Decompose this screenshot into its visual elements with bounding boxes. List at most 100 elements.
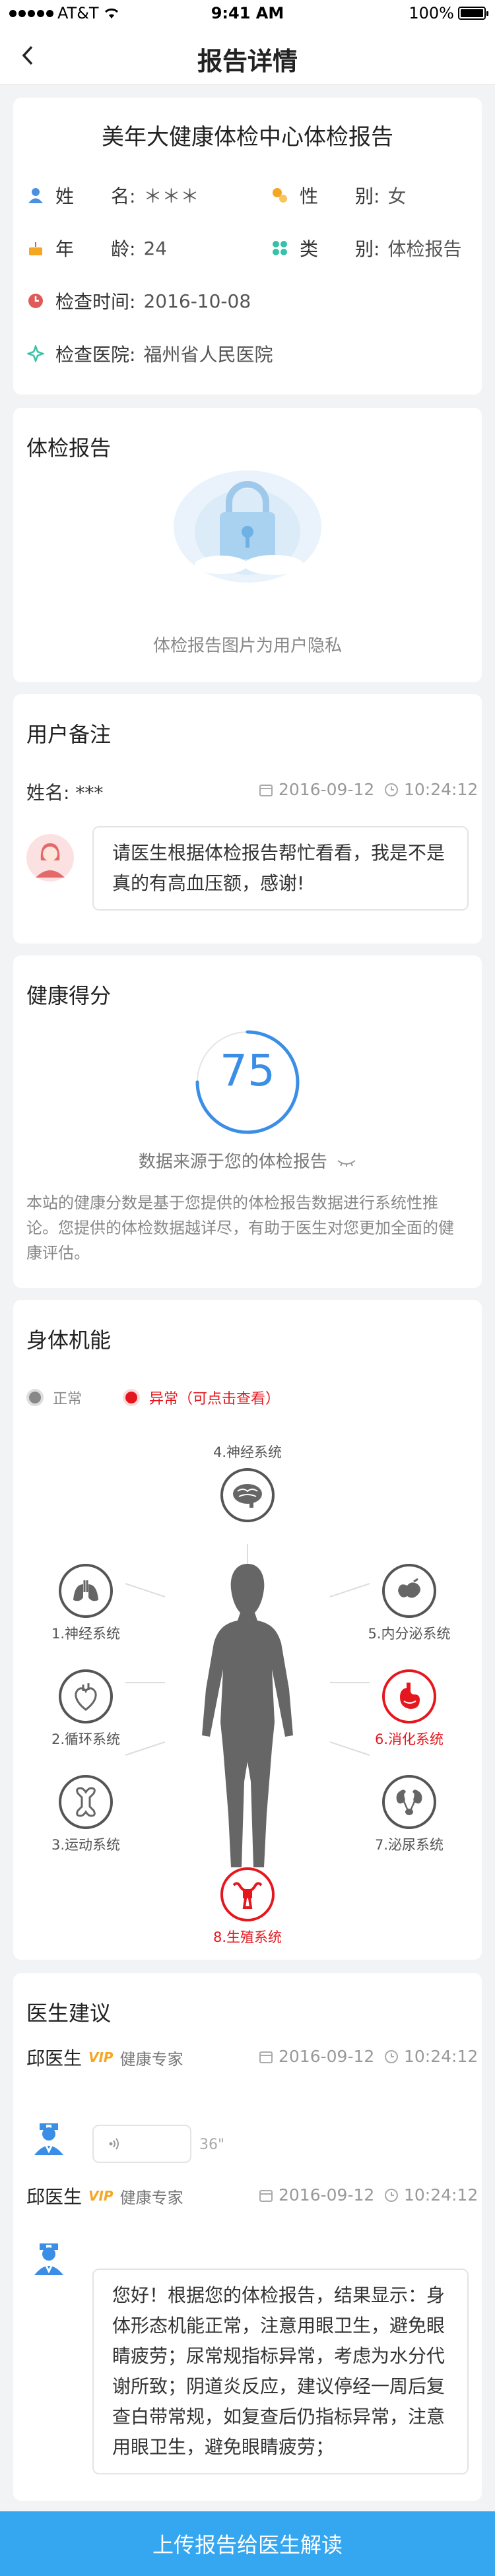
remark-card: 用户备注 姓名: *** 2016-09-12 10:24:12 请医生根据体检… <box>13 694 482 944</box>
legend-normal: 正常 <box>26 1387 82 1408</box>
info-type: 类 别: 体检报告 <box>271 235 461 261</box>
report-info-card: 美年大健康体检中心体检报告 姓 名: ＊＊＊ 性 别: 女 年 龄: 24 类 … <box>13 98 482 395</box>
age-label: 年 龄: <box>55 238 136 260</box>
calendar-icon <box>259 784 273 796</box>
info-name: 姓 名: ＊＊＊ <box>26 182 199 209</box>
organ-nervous-top-label: 4.神经系统 <box>213 1444 282 1460</box>
organ-reproductive-label: 8.生殖系统 <box>213 1929 282 1945</box>
organ-nervous[interactable]: 1.神经系统 <box>33 1564 139 1643</box>
hospital-icon <box>26 344 45 363</box>
doctor-2-time-text: 10:24:12 <box>404 2185 478 2205</box>
remark-date: 2016-09-12 <box>259 780 374 799</box>
legend-abnormal: 异常（可点击查看） <box>123 1387 280 1408</box>
name-value: ＊＊＊ <box>143 185 199 207</box>
uterus-icon <box>220 1867 275 1921</box>
organ-digestive-label: 6.消化系统 <box>374 1731 444 1747</box>
doctor-1-avatar[interactable] <box>29 2117 69 2156</box>
organ-motor-label: 3.运动系统 <box>51 1837 121 1853</box>
organ-urinary[interactable]: 7.泌尿系统 <box>356 1775 462 1854</box>
doctor-2-time: 10:24:12 <box>384 2185 478 2205</box>
privacy-text: 体检报告图片为用户隐私 <box>152 636 342 656</box>
category-icon <box>271 239 289 257</box>
remark-message: 请医生根据体检报告帮忙看看，我是不是真的有高血压额，感谢! <box>92 826 469 911</box>
organ-urinary-label: 7.泌尿系统 <box>374 1837 444 1853</box>
doctor-1-date-text: 2016-09-12 <box>279 2047 375 2066</box>
battery-percent: 100% <box>409 4 454 22</box>
doctor-2-avatar[interactable] <box>29 2237 69 2276</box>
doctor-2-date-text: 2016-09-12 <box>279 2185 375 2205</box>
organ-nervous-top[interactable]: 4.神经系统 <box>195 1442 300 1522</box>
report-card: 体检报告 体检报告图片为用户隐私 <box>13 408 482 682</box>
score-description: 本站的健康分数是基于您提供的体检报告数据进行系统性推论。您提供的体检数据越详尽，… <box>26 1194 454 1262</box>
female-silhouette <box>202 1564 293 1867</box>
voice-message[interactable] <box>92 2125 191 2163</box>
abnormal-dot-icon <box>123 1389 140 1406</box>
doctor-1-time-text: 10:24:12 <box>404 2047 478 2066</box>
organ-endocrine[interactable]: 5.内分泌系统 <box>356 1564 462 1643</box>
info-hospital: 检查医院: 福州省人民医院 <box>26 340 273 367</box>
report-section-title: 体检报告 <box>26 435 112 461</box>
remark-section-title: 用户备注 <box>26 722 112 747</box>
lungs-icon <box>59 1564 113 1618</box>
info-age: 年 龄: 24 <box>26 235 167 261</box>
doctor-1-name: 邱医生 <box>26 2047 82 2069</box>
time-label: 检查时间: <box>55 291 136 313</box>
clock-icon <box>385 2188 398 2202</box>
legend-abnormal-label: 异常（可点击查看） <box>149 1391 280 1407</box>
remark-time: 10:24:12 <box>384 780 478 799</box>
organ-circulatory-label: 2.循环系统 <box>51 1731 121 1747</box>
time-value: 2016-10-08 <box>143 290 251 312</box>
gender-label: 性 别: <box>300 185 380 207</box>
organ-reproductive[interactable]: 8.生殖系统 <box>195 1867 300 1947</box>
info-time: 检查时间: 2016-10-08 <box>26 288 251 314</box>
hospital-value: 福州省人民医院 <box>143 344 273 366</box>
upload-report-button[interactable]: 上传报告给医生解读 <box>0 2511 495 2576</box>
page-title: 报告详情 <box>197 47 298 76</box>
bone-icon <box>59 1775 113 1829</box>
type-label: 类 别: <box>300 238 380 260</box>
calendar-icon <box>259 2051 273 2063</box>
gender-icon <box>271 186 289 205</box>
vip-badge: VIP <box>88 2188 114 2204</box>
doctor-1-date: 2016-09-12 <box>259 2047 374 2066</box>
vip-badge: VIP <box>88 2049 114 2065</box>
cake-icon <box>26 239 45 257</box>
remark-name: 姓名: *** <box>26 782 104 804</box>
gender-value: 女 <box>387 185 407 207</box>
remark-time-text: 10:24:12 <box>404 780 478 799</box>
organ-motor[interactable]: 3.运动系统 <box>33 1775 139 1854</box>
score-value: 75 <box>220 1045 275 1096</box>
doctor-2-name: 邱医生 <box>26 2186 82 2208</box>
health-score-card: 健康得分 75 数据来源于您的体检报告 本站的健康分数是基于您提供的体检报告数据… <box>13 955 482 1288</box>
nav-bar: 报告详情 <box>0 26 495 84</box>
stomach-icon <box>382 1669 436 1723</box>
person-icon <box>26 186 45 205</box>
health-section-title: 健康得分 <box>26 983 112 1008</box>
clock-icon <box>385 783 398 796</box>
doctor-2-header: 邱医生 VIP 健康专家 <box>26 2183 183 2209</box>
voice-duration: 36" <box>199 2137 225 2153</box>
user-avatar[interactable] <box>26 834 74 882</box>
doctor-1-tag: 健康专家 <box>119 2049 183 2069</box>
calendar-icon <box>259 2189 273 2202</box>
info-gender: 性 别: 女 <box>271 182 406 209</box>
age-value: 24 <box>143 237 168 259</box>
remark-date-text: 2016-09-12 <box>279 780 375 799</box>
kidney-icon <box>382 1775 436 1829</box>
organ-endocrine-label: 5.内分泌系统 <box>368 1626 451 1642</box>
organ-digestive[interactable]: 6.消化系统 <box>356 1669 462 1749</box>
status-bar: AT&T 9:41 AM 100% <box>0 0 495 26</box>
doctor-1-header: 邱医生 VIP 健康专家 <box>26 2044 183 2071</box>
doctor-1-time: 10:24:12 <box>384 2047 478 2066</box>
battery-status: 100% <box>409 4 488 22</box>
brain-icon <box>220 1468 275 1522</box>
lock-icon[interactable] <box>168 466 327 585</box>
legend-normal-label: 正常 <box>53 1391 82 1407</box>
type-value: 体检报告 <box>387 238 462 260</box>
eye-icon <box>337 1160 356 1167</box>
advice-section-title: 医生建议 <box>26 2001 112 2026</box>
report-title: 美年大健康体检中心体检报告 <box>102 124 393 150</box>
name-label: 姓 名: <box>55 185 136 207</box>
doctor-2-tag: 健康专家 <box>119 2188 183 2207</box>
organ-circulatory[interactable]: 2.循环系统 <box>33 1669 139 1749</box>
